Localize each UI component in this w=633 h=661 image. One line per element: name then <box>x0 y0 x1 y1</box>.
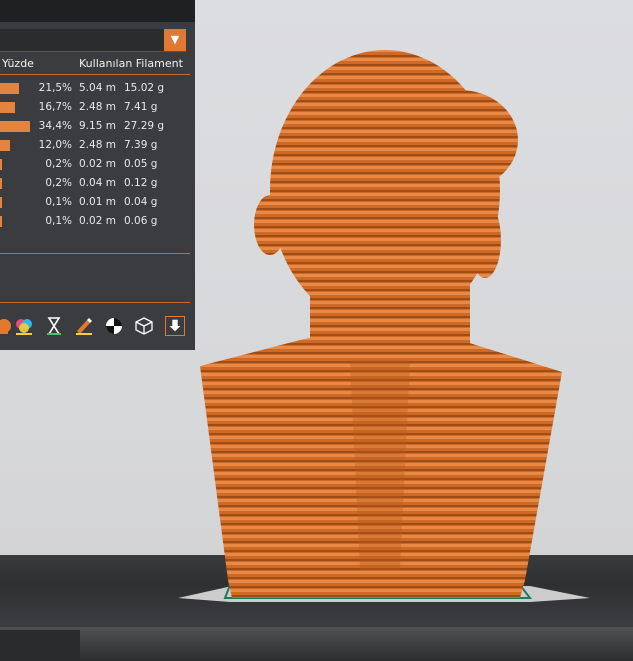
divider <box>0 302 190 303</box>
stats-row: 16,7% 2.48 m 7.41 g <box>0 97 195 116</box>
cube-wireframe-icon[interactable] <box>134 316 154 336</box>
weight-value: 0.04 g <box>124 196 158 208</box>
length-value: 0.02 m <box>79 215 116 227</box>
length-value: 0.01 m <box>79 196 116 208</box>
stats-row: 0,1% 0.01 m 0.04 g <box>0 192 195 211</box>
header-percent: Yüzde <box>2 57 34 70</box>
panel-title-bar <box>0 0 195 22</box>
percent-value: 21,5% <box>38 82 72 94</box>
edit-pencil-icon[interactable] <box>74 316 94 336</box>
bust-ear-right <box>469 202 501 278</box>
color-wheel-icon[interactable] <box>104 316 124 336</box>
bust-lapel <box>350 360 410 570</box>
bust-hair <box>402 90 518 190</box>
percent-bar <box>0 178 2 189</box>
stats-row: 0,2% 0.02 m 0.05 g <box>0 154 195 173</box>
view-type-combo[interactable]: ▼ <box>0 29 186 52</box>
weight-value: 7.41 g <box>124 101 158 113</box>
stats-row: 0,1% 0.02 m 0.06 g <box>0 211 195 230</box>
weight-value: 27.29 g <box>124 120 165 132</box>
percent-value: 0,2% <box>45 177 72 189</box>
percent-value: 34,4% <box>38 120 72 132</box>
percent-bar <box>0 216 2 227</box>
length-value: 2.48 m <box>79 101 116 113</box>
weight-value: 0.06 g <box>124 215 158 227</box>
hourglass-icon[interactable] <box>44 316 64 336</box>
length-value: 9.15 m <box>79 120 116 132</box>
bust-ear-left <box>254 195 286 255</box>
stats-row: 21,5% 5.04 m 15.02 g <box>0 78 195 97</box>
bust-model[interactable] <box>170 40 600 610</box>
percent-bar <box>0 197 2 208</box>
percent-bar <box>0 102 15 113</box>
stats-row: 12,0% 2.48 m 7.39 g <box>0 135 195 154</box>
slice-info-panel: ▼ Yüzde Kullanılan Filament 21,5% 5.04 m 1… <box>0 0 195 350</box>
build-plate-edge <box>0 627 633 661</box>
percent-value: 0,1% <box>45 196 72 208</box>
color-layers-icon[interactable] <box>14 316 34 336</box>
stats-row: 34,4% 9.15 m 27.29 g <box>0 116 195 135</box>
export-down-icon[interactable] <box>165 316 185 336</box>
percent-bar <box>0 121 30 132</box>
percent-bar <box>0 140 10 151</box>
length-value: 5.04 m <box>79 82 116 94</box>
weight-value: 0.05 g <box>124 158 158 170</box>
percent-bar <box>0 159 2 170</box>
percent-value: 0,1% <box>45 215 72 227</box>
percent-value: 0,2% <box>45 158 72 170</box>
percent-value: 16,7% <box>38 101 72 113</box>
length-value: 0.02 m <box>79 158 116 170</box>
percent-value: 12,0% <box>38 139 72 151</box>
weight-value: 7.39 g <box>124 139 158 151</box>
weight-value: 15.02 g <box>124 82 165 94</box>
length-value: 2.48 m <box>79 139 116 151</box>
percent-bar <box>0 83 19 94</box>
triangle-down-icon[interactable]: ▼ <box>164 29 186 51</box>
header-divider <box>0 74 190 75</box>
header-filament: Kullanılan Filament <box>79 57 183 70</box>
stats-row: 0,2% 0.04 m 0.12 g <box>0 173 195 192</box>
divider <box>0 253 190 254</box>
weight-value: 0.12 g <box>124 177 158 189</box>
length-value: 0.04 m <box>79 177 116 189</box>
build-plate-notch <box>0 630 80 661</box>
